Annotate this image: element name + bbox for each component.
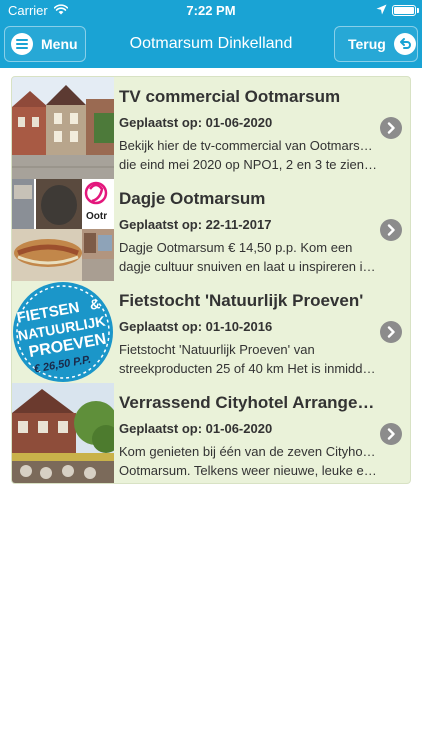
thumbnail-image: [12, 383, 114, 483]
chevron-right-icon[interactable]: [380, 219, 402, 241]
battery-tip: [417, 8, 419, 13]
item-title: TV commercial Ootmarsum: [119, 87, 341, 106]
thumbnail-image: FIETSEN & NATUURLIJK PROEVEN € 26,50 P.P…: [12, 281, 114, 383]
item-description: Dagje Ootmarsum € 14,50 p.p. Kom een dag…: [119, 238, 377, 276]
list-item[interactable]: FIETSEN & NATUURLIJK PROEVEN € 26,50 P.P…: [12, 281, 410, 383]
back-button[interactable]: Terug: [334, 26, 418, 62]
item-description-line: Fietstocht 'Natuurlijk Proeven' van: [119, 342, 315, 357]
item-date: Geplaatst op: 22-11-2017: [119, 217, 272, 232]
chevron-right-icon[interactable]: [380, 321, 402, 343]
status-bar: Carrier 7:22 PM: [0, 0, 422, 22]
battery-icon: [392, 5, 416, 16]
item-description-line: streekproducten 25 of 40 km Het is inmid…: [119, 361, 377, 376]
item-description-line: Ootmarsum. Telkens weer nieuwe, leuke en…: [119, 463, 377, 478]
item-date: Geplaatst op: 01-10-2016: [119, 319, 273, 334]
thumbnail-brand-text: Ootr: [86, 211, 107, 222]
app-header: Carrier 7:22 PM Menu Ootmarsum Dinkellan…: [0, 0, 422, 68]
item-description-line: dagje cultuur snuiven en laat u inspirer…: [119, 259, 377, 274]
menu-button-label: Menu: [41, 36, 78, 52]
item-description: Bekijk hier de tv-commercial van Ootmars…: [119, 136, 377, 174]
page-title: Ootmarsum Dinkelland: [129, 35, 293, 52]
item-date: Geplaatst op: 01-06-2020: [119, 115, 273, 130]
nav-bar: Menu Ootmarsum Dinkelland Terug: [0, 22, 422, 68]
item-date: Geplaatst op: 01-06-2020: [119, 421, 273, 436]
location-arrow-icon: [376, 4, 387, 15]
thumbnail-image: [12, 77, 114, 179]
status-time: 7:22 PM: [186, 3, 236, 18]
item-description-line: die eind mei 2020 op NPO1, 2 en 3 te zie…: [119, 157, 377, 172]
chevron-right-icon[interactable]: [380, 423, 402, 445]
chevron-right-icon[interactable]: [380, 117, 402, 139]
back-arrow-icon: [393, 33, 416, 55]
list-item[interactable]: Ootr Dagje Ootmarsum Geplaatst op: 22-11…: [12, 179, 410, 281]
item-title: Dagje Ootmarsum: [119, 189, 266, 208]
back-button-label: Terug: [348, 36, 386, 52]
list-item[interactable]: TV commercial Ootmarsum Geplaatst op: 01…: [12, 77, 410, 179]
list-item[interactable]: Verrassend Cityhotel Arrangement Geplaat…: [12, 383, 410, 483]
item-description-line: Dagje Ootmarsum € 14,50 p.p. Kom een: [119, 240, 353, 255]
menu-icon: [11, 33, 33, 55]
item-description: Fietstocht 'Natuurlijk Proeven' van stre…: [119, 340, 377, 378]
item-title: Verrassend Cityhotel Arrangement: [119, 393, 381, 412]
item-description-line: Kom genieten bij één van de zeven Cityho…: [119, 444, 377, 459]
thumbnail-image: Ootr: [12, 179, 114, 281]
news-list: TV commercial Ootmarsum Geplaatst op: 01…: [11, 76, 411, 484]
menu-button[interactable]: Menu: [4, 26, 86, 62]
item-description: Kom genieten bij één van de zeven Cityho…: [119, 442, 377, 480]
item-title: Fietstocht 'Natuurlijk Proeven': [119, 291, 364, 310]
item-description-line: Bekijk hier de tv-commercial van Ootmars…: [119, 138, 377, 153]
